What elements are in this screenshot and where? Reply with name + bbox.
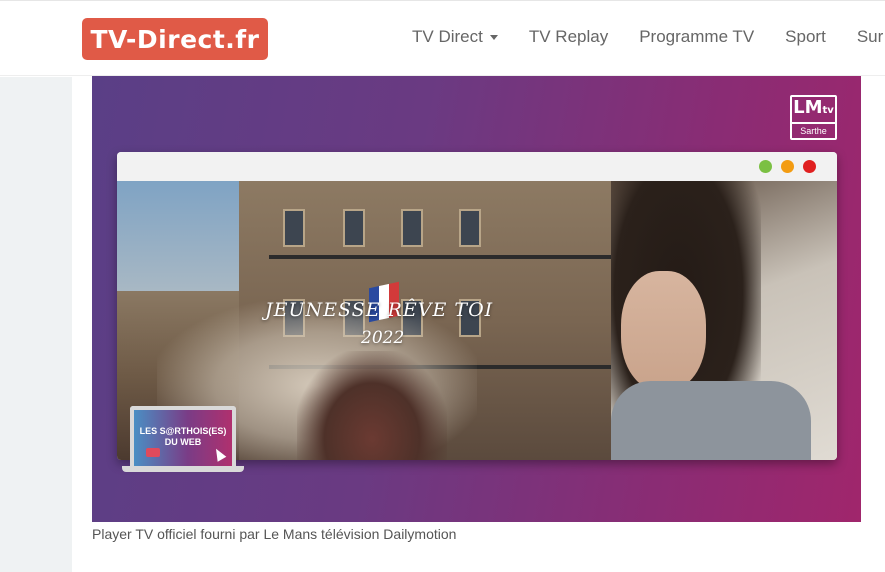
sky-area — [117, 181, 239, 291]
video-player[interactable]: LMtv Sarthe JEUNESSE RÊVE TOI 2022 LES S… — [92, 76, 861, 522]
nav-sur-label: Sur — [856, 27, 884, 46]
channel-logo: LMtv Sarthe — [790, 95, 837, 140]
presenter-shirt — [611, 381, 811, 460]
video-year: 2022 — [361, 328, 405, 348]
video-title: JEUNESSE RÊVE TOI — [265, 299, 494, 321]
laptop-text-line2: DU WEB — [164, 437, 202, 447]
nav-tv-replay-label: TV Replay — [528, 27, 609, 46]
nav-sport[interactable]: Sport — [785, 27, 826, 47]
presenter-face — [621, 271, 706, 391]
red-dot-icon — [803, 160, 816, 173]
balcony-rail — [269, 255, 611, 259]
orange-dot-icon — [781, 160, 794, 173]
window-titlebar — [117, 152, 837, 181]
main-nav: TV Direct TV Replay Programme TV Sport S… — [412, 27, 885, 47]
nav-tv-replay[interactable]: TV Replay — [529, 27, 608, 47]
crowd-silhouette — [297, 351, 447, 460]
green-dot-icon — [759, 160, 772, 173]
laptop-text-line1: LES S@RTHOIS(ES) — [139, 426, 227, 436]
webcam-feed — [611, 181, 837, 460]
channel-logo-mark: LMtv — [793, 97, 834, 118]
nav-tv-direct-label: TV Direct — [412, 27, 483, 46]
site-header: TV-Direct.fr TV Direct TV Replay Program… — [0, 0, 885, 76]
caret-down-icon — [489, 34, 498, 40]
left-gutter — [0, 77, 72, 572]
nav-programme-tv-label: Programme TV — [639, 27, 755, 46]
nav-sport-label: Sport — [785, 27, 826, 46]
heart-icon — [146, 448, 160, 457]
channel-logo-subtitle: Sarthe — [792, 122, 835, 138]
cursor-icon — [211, 446, 227, 462]
player-caption: Player TV officiel fourni par Le Mans té… — [92, 526, 457, 542]
site-logo[interactable]: TV-Direct.fr — [82, 18, 268, 60]
laptop-base — [122, 466, 244, 472]
nav-tv-direct[interactable]: TV Direct — [412, 27, 498, 47]
nav-programme-tv[interactable]: Programme TV — [639, 27, 754, 47]
laptop-graphic: LES S@RTHOIS(ES) DU WEB — [130, 406, 236, 466]
nav-sur[interactable]: Sur — [857, 27, 883, 47]
